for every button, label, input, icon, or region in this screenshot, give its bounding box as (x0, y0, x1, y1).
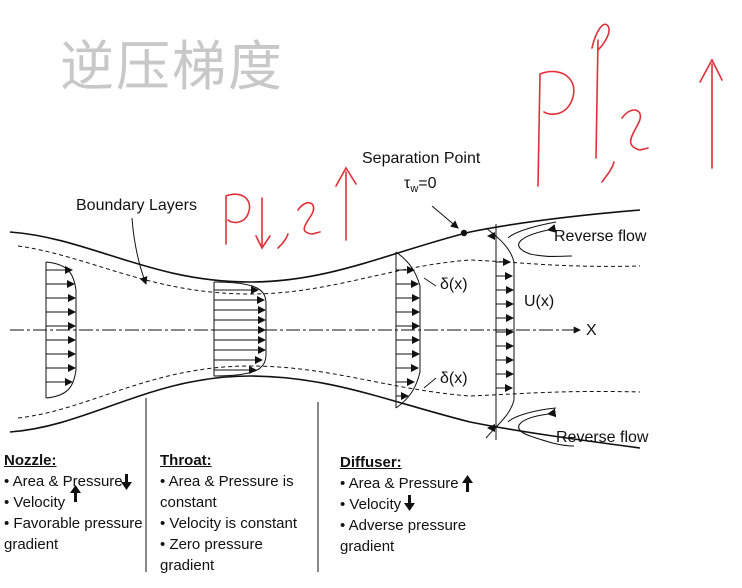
tau-value: =0 (418, 175, 437, 192)
wall-shear-label: τw=0 (404, 175, 437, 195)
diffuser-line-2: • Velocity (340, 496, 402, 513)
delta-top-leader (423, 277, 437, 287)
boundary-layers-leader (131, 217, 148, 285)
delta-top-label: δ(x) (440, 276, 468, 293)
lower-boundary-layer (17, 365, 641, 419)
separation-point-label: Separation Point (362, 150, 481, 167)
lower-wall (9, 375, 641, 449)
throat-line-4: • Zero pressure (160, 536, 263, 553)
x-axis-label: X (586, 322, 597, 339)
reverse-flow-top-label: Reverse flow (554, 228, 647, 245)
diffuser-line-1: • Area & Pressure (340, 475, 459, 492)
throat-line-2: constant (160, 494, 217, 511)
velocity-label: U(x) (524, 293, 555, 310)
upper-boundary-layer (17, 245, 641, 295)
separation-leader (431, 205, 459, 229)
throat-heading: Throat: (160, 452, 212, 469)
nozzle-line-1: • Area & Pressure (4, 473, 123, 490)
diffuser-heading: Diffuser: (340, 454, 402, 471)
nozzle-line-3: • Favorable pressure (4, 515, 143, 532)
throat-line-3: • Velocity is constant (160, 515, 297, 532)
nozzle-heading: Nozzle: (4, 452, 57, 469)
separation-point-dot (460, 229, 468, 237)
handwriting-top-right (537, 23, 723, 187)
throat-line-1: • Area & Pressure is (160, 473, 294, 490)
separation-velocity-profile (485, 224, 515, 440)
nozzle-line-4: gradient (4, 536, 59, 553)
diffuser-line-3: • Adverse pressure (340, 517, 467, 534)
handwriting-mid (225, 166, 357, 250)
delta-bottom-label: δ(x) (440, 370, 468, 387)
reverse-flow-bottom-label: Reverse flow (556, 429, 649, 446)
nozzle-line-2: • Velocity (4, 494, 66, 511)
nozzle-section: Nozzle: • Area & Pressure • Velocity • F… (4, 450, 143, 555)
diffuser-line-4: gradient (340, 538, 395, 555)
boundary-layers-label: Boundary Layers (76, 197, 197, 214)
throat-velocity-profile (213, 281, 267, 377)
throat-section: Throat: • Area & Pressure is constant • … (160, 450, 297, 576)
upper-wall (9, 209, 641, 283)
diffuser-section: Diffuser: • Area & Pressure • Velocity •… (340, 452, 466, 557)
delta-bottom-leader (423, 377, 437, 389)
throat-line-5: gradient (160, 557, 215, 574)
